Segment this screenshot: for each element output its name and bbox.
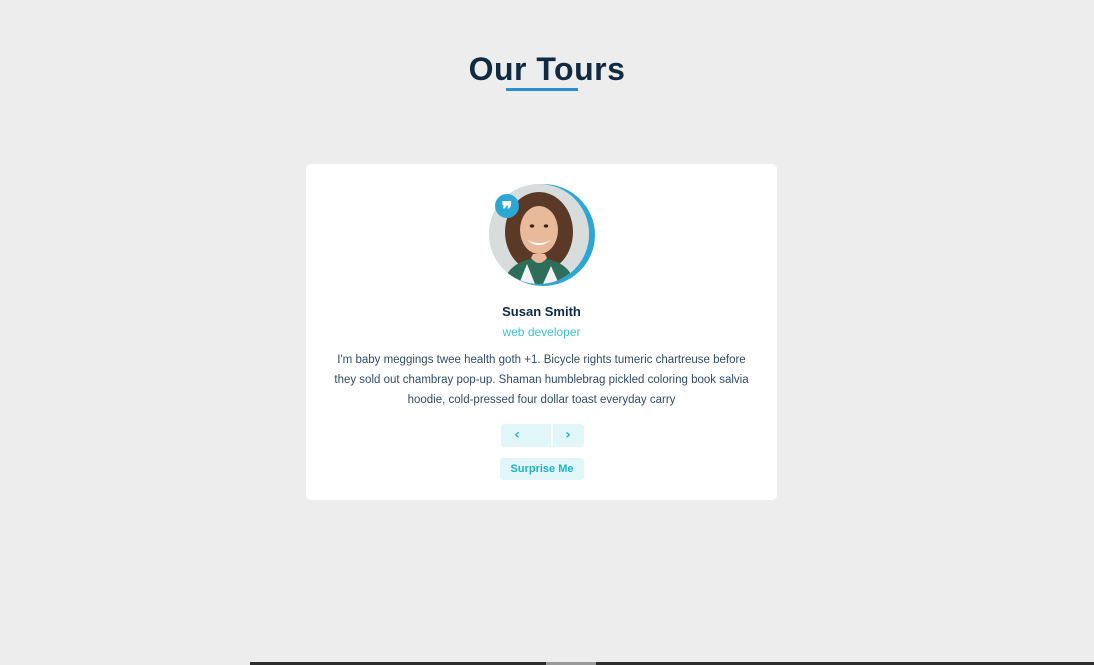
quote-icon: ❞ bbox=[495, 194, 519, 221]
next-button[interactable]: › bbox=[553, 424, 583, 447]
title-underline bbox=[506, 88, 578, 91]
author-name: Susan Smith bbox=[502, 304, 581, 319]
chevron-left-icon: ‹ bbox=[514, 427, 520, 443]
author-job: web developer bbox=[502, 325, 581, 339]
avatar-container: ❞ bbox=[489, 184, 595, 286]
chevron-right-icon: › bbox=[565, 427, 571, 443]
review-card: ❞ Susan Smith web developer I'm baby meg… bbox=[306, 164, 777, 500]
review-nav: ‹ › bbox=[501, 424, 584, 447]
surprise-me-button[interactable]: Surprise Me bbox=[500, 458, 584, 480]
page-title: Our Tours bbox=[468, 51, 626, 87]
page: Our Tours ❞ Susan Smith web developer I'… bbox=[0, 0, 1094, 665]
review-text: I'm baby meggings twee health goth +1. B… bbox=[334, 354, 749, 406]
prev-button[interactable]: ‹ bbox=[502, 424, 532, 447]
